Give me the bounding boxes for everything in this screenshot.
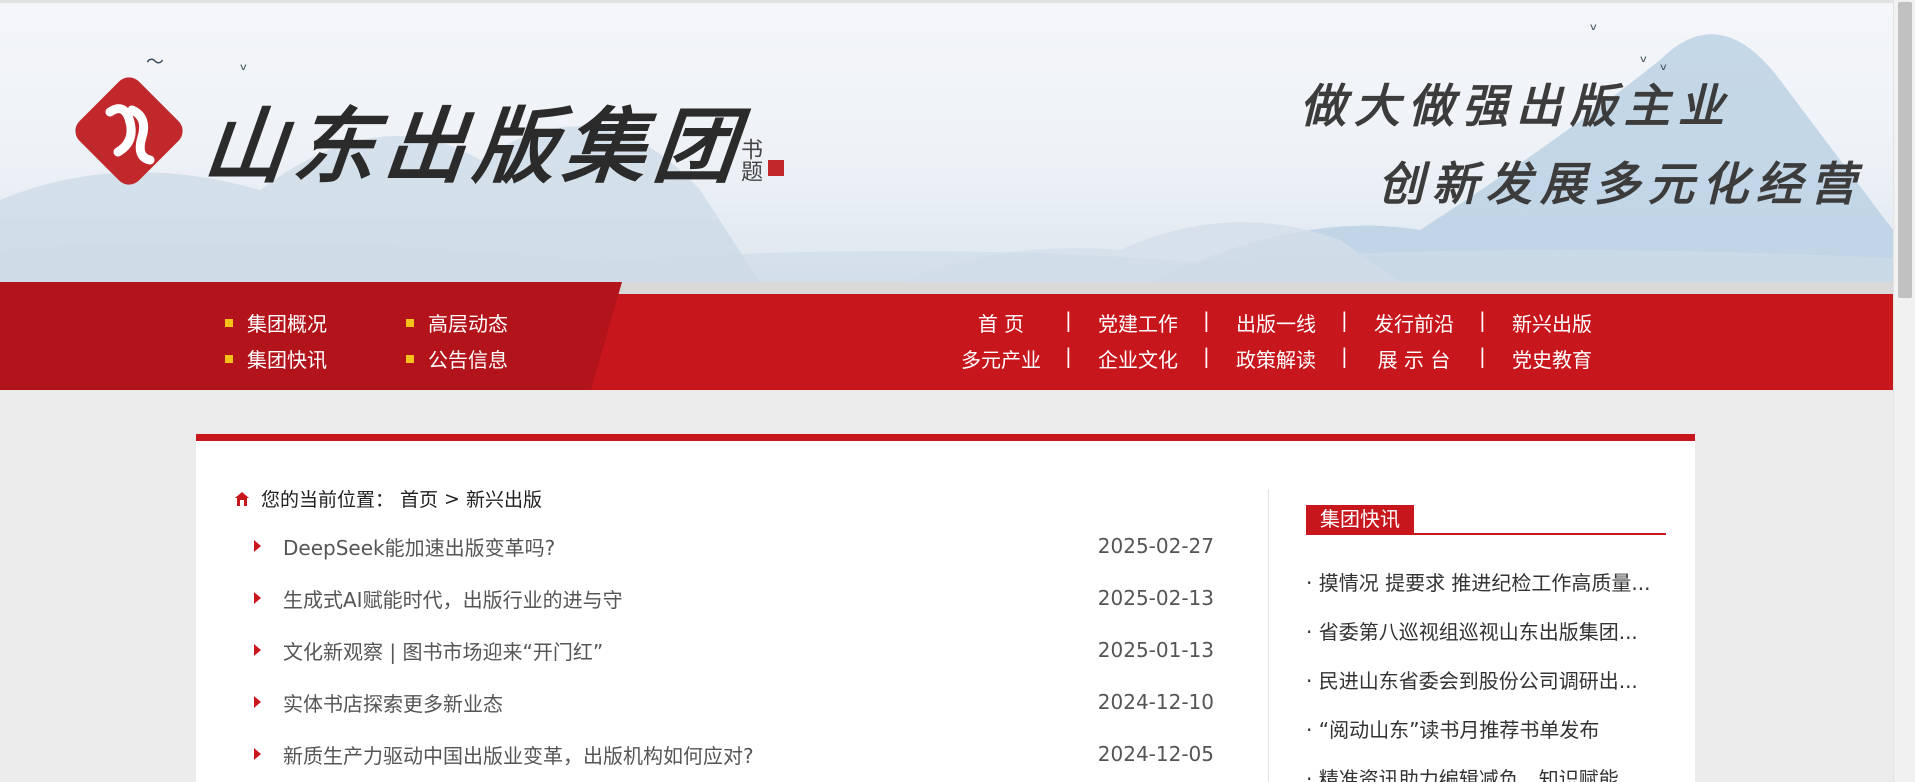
breadcrumb: 您的当前位置： 首页 > 新兴出版 [234, 485, 548, 512]
scrollbar-thumb[interactable] [1898, 2, 1912, 298]
breadcrumb-home-link[interactable]: 首页 [400, 485, 438, 512]
nav-item-party-building[interactable]: 党建工作 [1083, 308, 1193, 337]
article-title[interactable]: 生成式AI赋能时代，出版行业的进与守 [283, 584, 1098, 613]
bullet-triangle-icon [254, 696, 261, 708]
article-item[interactable]: DeepSeek能加速出版变革吗? 2025-02-27 [254, 531, 1214, 561]
article-date: 2025-02-13 [1097, 586, 1214, 610]
nav-item-distribution[interactable]: 发行前沿 [1359, 308, 1469, 337]
bullet-icon [225, 318, 233, 327]
breadcrumb-prefix: 您的当前位置： [261, 489, 395, 511]
article-title[interactable]: DeepSeek能加速出版变革吗? [283, 532, 1098, 561]
nav-item-publishing-frontline[interactable]: 出版一线 [1221, 308, 1331, 337]
vertical-scrollbar[interactable] [1893, 0, 1915, 782]
bullet-triangle-icon [254, 644, 261, 656]
bullet-triangle-icon [254, 592, 261, 604]
subnav-item-group-news[interactable]: 集团快讯 [225, 344, 327, 373]
logo-text: 山东出版集团 [199, 99, 750, 195]
sidebar-news: 集团快讯 · 摸情况 提要求 推进纪检工作高质量... · 省委第八巡视组巡视山… [1306, 505, 1666, 782]
article-item[interactable]: 文化新观察 | 图书市场迎来“开门红” 2025-01-13 [254, 635, 1214, 665]
nav-separator: | [1065, 344, 1072, 368]
sidebar-header: 集团快讯 [1306, 505, 1666, 535]
sidebar-news-item[interactable]: · 省委第八巡视组巡视山东出版集团... [1306, 616, 1666, 645]
nav-item-corporate-culture[interactable]: 企业文化 [1083, 344, 1193, 373]
subnav-label: 高层动态 [428, 312, 508, 336]
subnav-label: 集团概况 [247, 312, 327, 336]
subnav-label: 集团快讯 [247, 348, 327, 372]
article-item[interactable]: 生成式AI赋能时代，出版行业的进与守 2025-02-13 [254, 583, 1214, 613]
sidebar-news-item[interactable]: · 精准资讯助力编辑减负、知识赋能... [1306, 763, 1666, 782]
nav-item-home[interactable]: 首 页 [946, 308, 1056, 337]
article-date: 2024-12-05 [1097, 742, 1214, 766]
nav-separator: | [1341, 308, 1348, 332]
sidebar-news-item[interactable]: · “阅动山东”读书月推荐书单发布 [1306, 714, 1666, 743]
article-date: 2025-02-27 [1097, 534, 1214, 558]
header-banner: 〜 ᵛ ᵛ ᵛ ᵛ 山东出版集团 书题 做大做强出版主业 创新发展多元化经营 [0, 0, 1893, 282]
bullet-icon [406, 354, 414, 363]
nav-item-diversified-industry[interactable]: 多元产业 [946, 344, 1056, 373]
sidebar-news-item[interactable]: · 民进山东省委会到股份公司调研出... [1306, 665, 1666, 694]
nav-item-showcase[interactable]: 展 示 台 [1359, 344, 1469, 373]
home-icon [235, 491, 249, 506]
column-divider [1268, 489, 1269, 782]
nav-separator: | [1065, 308, 1072, 332]
content-card: 您的当前位置： 首页 > 新兴出版 DeepSeek能加速出版变革吗? 2025… [196, 434, 1695, 782]
subnav-item-leadership-news[interactable]: 高层动态 [406, 308, 508, 337]
nav-separator: | [1479, 344, 1486, 368]
subnav-item-announcements[interactable]: 公告信息 [406, 344, 508, 373]
breadcrumb-separator: > [444, 487, 460, 510]
bird-icon: ᵛ [240, 60, 248, 81]
bullet-triangle-icon [254, 748, 261, 760]
sidebar-news-item[interactable]: · 摸情况 提要求 推进纪检工作高质量... [1306, 567, 1666, 596]
nav-item-emerging-publishing[interactable]: 新兴出版 [1497, 308, 1607, 337]
article-item[interactable]: 新质生产力驱动中国出版业变革，出版机构如何应对? 2024-12-05 [254, 739, 1214, 769]
bullet-icon [225, 354, 233, 363]
nav-item-party-history[interactable]: 党史教育 [1497, 344, 1607, 373]
bird-icon: ᵛ [1590, 20, 1598, 41]
article-item[interactable]: 实体书店探索更多新业态 2024-12-10 [254, 687, 1214, 717]
bullet-icon [406, 318, 414, 327]
nav-item-policy-interpretation[interactable]: 政策解读 [1221, 344, 1331, 373]
sidebar-heading[interactable]: 集团快讯 [1306, 505, 1414, 533]
seal-stamp [768, 160, 784, 176]
article-title[interactable]: 文化新观察 | 图书市场迎来“开门红” [283, 636, 1098, 665]
page: 〜 ᵛ ᵛ ᵛ ᵛ 山东出版集团 书题 做大做强出版主业 创新发展多元化经营 集… [0, 0, 1893, 782]
logo-emblem-icon [75, 77, 183, 185]
subnav-label: 公告信息 [428, 348, 508, 372]
article-title[interactable]: 实体书店探索更多新业态 [283, 688, 1098, 717]
nav-separator: | [1203, 344, 1210, 368]
nav-separator: | [1341, 344, 1348, 368]
nav-separator: | [1203, 308, 1210, 332]
subnav-item-group-overview[interactable]: 集团概况 [225, 308, 327, 337]
slogan-line-2: 创新发展多元化经营 [1378, 157, 1864, 211]
article-title[interactable]: 新质生产力驱动中国出版业变革，出版机构如何应对? [283, 740, 1098, 769]
bullet-triangle-icon [254, 540, 261, 552]
article-date: 2024-12-10 [1097, 690, 1214, 714]
slogan-line-1: 做大做强出版主业 [1300, 79, 1732, 133]
article-date: 2025-01-13 [1097, 638, 1214, 662]
bird-icon: 〜 [146, 52, 164, 73]
breadcrumb-current: 新兴出版 [465, 489, 542, 511]
calligraphy-signature: 书题 [737, 138, 762, 182]
nav-separator: | [1479, 308, 1486, 332]
